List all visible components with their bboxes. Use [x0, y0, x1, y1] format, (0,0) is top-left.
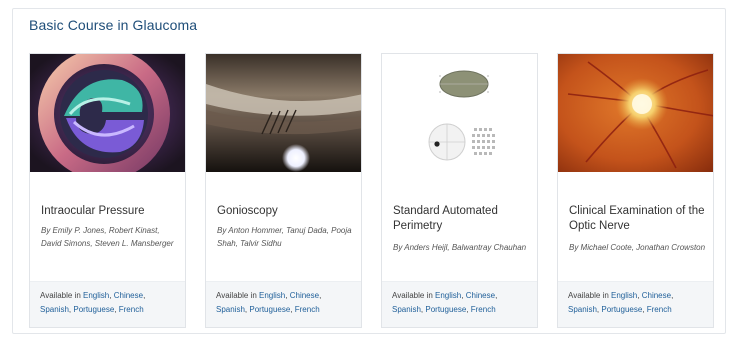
- language-link-spanish[interactable]: Spanish: [216, 305, 245, 314]
- language-link-portuguese[interactable]: Portuguese: [601, 305, 642, 314]
- course-thumbnail[interactable]: [382, 54, 537, 172]
- language-link-spanish[interactable]: Spanish: [568, 305, 597, 314]
- language-link-portuguese[interactable]: Portuguese: [73, 305, 114, 314]
- course-card-standard-automated-perimetry[interactable]: Standard Automated Perimetry By Anders H…: [381, 53, 538, 328]
- tonometry-image: [30, 54, 185, 172]
- course-title[interactable]: Gonioscopy: [217, 204, 357, 219]
- available-label: Available in: [216, 291, 257, 300]
- course-title[interactable]: Clinical Examination of the Optic Nerve: [569, 204, 709, 234]
- language-link-english[interactable]: English: [83, 291, 109, 300]
- course-authors: By Anders Heijl, Balwantray Chauhan: [393, 243, 527, 252]
- visual-field-image: [382, 54, 537, 172]
- course-thumbnail[interactable]: [206, 54, 361, 172]
- language-link-chinese[interactable]: Chinese: [642, 291, 671, 300]
- course-authors: By Anton Hommer, Tanuj Dada, Pooja Shah,…: [217, 226, 352, 248]
- language-link-french[interactable]: French: [471, 305, 496, 314]
- gonioscopy-image: [206, 54, 361, 172]
- course-authors: By Michael Coote, Jonathan Crowston: [569, 243, 706, 252]
- language-link-french[interactable]: French: [119, 305, 144, 314]
- language-link-chinese[interactable]: Chinese: [114, 291, 143, 300]
- language-link-portuguese[interactable]: Portuguese: [425, 305, 466, 314]
- available-languages: Available in English, Chinese, Spanish, …: [206, 281, 361, 327]
- course-card-intraocular-pressure[interactable]: Intraocular Pressure By Emily P. Jones, …: [29, 53, 186, 328]
- course-panel: Basic Course in Glaucoma Intraocular Pre…: [12, 8, 726, 334]
- language-link-english[interactable]: English: [259, 291, 285, 300]
- course-thumbnail[interactable]: [558, 54, 713, 172]
- available-label: Available in: [568, 291, 609, 300]
- course-card-clinical-examination-optic-nerve[interactable]: Clinical Examination of the Optic Nerve …: [557, 53, 714, 328]
- available-label: Available in: [40, 291, 81, 300]
- course-title[interactable]: Standard Automated Perimetry: [393, 204, 533, 234]
- course-card-gonioscopy[interactable]: Gonioscopy By Anton Hommer, Tanuj Dada, …: [205, 53, 362, 328]
- language-link-chinese[interactable]: Chinese: [466, 291, 495, 300]
- available-label: Available in: [392, 291, 433, 300]
- optic-disc-image: [558, 54, 713, 172]
- language-link-english[interactable]: English: [435, 291, 461, 300]
- language-link-french[interactable]: French: [647, 305, 672, 314]
- section-title: Basic Course in Glaucoma: [29, 17, 198, 33]
- language-link-english[interactable]: English: [611, 291, 637, 300]
- course-title[interactable]: Intraocular Pressure: [41, 204, 181, 219]
- language-link-portuguese[interactable]: Portuguese: [249, 305, 290, 314]
- available-languages: Available in English, Chinese, Spanish, …: [558, 281, 713, 327]
- language-link-french[interactable]: French: [295, 305, 320, 314]
- course-thumbnail[interactable]: [30, 54, 185, 172]
- language-link-chinese[interactable]: Chinese: [290, 291, 319, 300]
- available-languages: Available in English, Chinese, Spanish, …: [382, 281, 537, 327]
- available-languages: Available in English, Chinese, Spanish, …: [30, 281, 185, 327]
- course-authors: By Emily P. Jones, Robert Kinast, David …: [41, 226, 174, 248]
- language-link-spanish[interactable]: Spanish: [392, 305, 421, 314]
- language-link-spanish[interactable]: Spanish: [40, 305, 69, 314]
